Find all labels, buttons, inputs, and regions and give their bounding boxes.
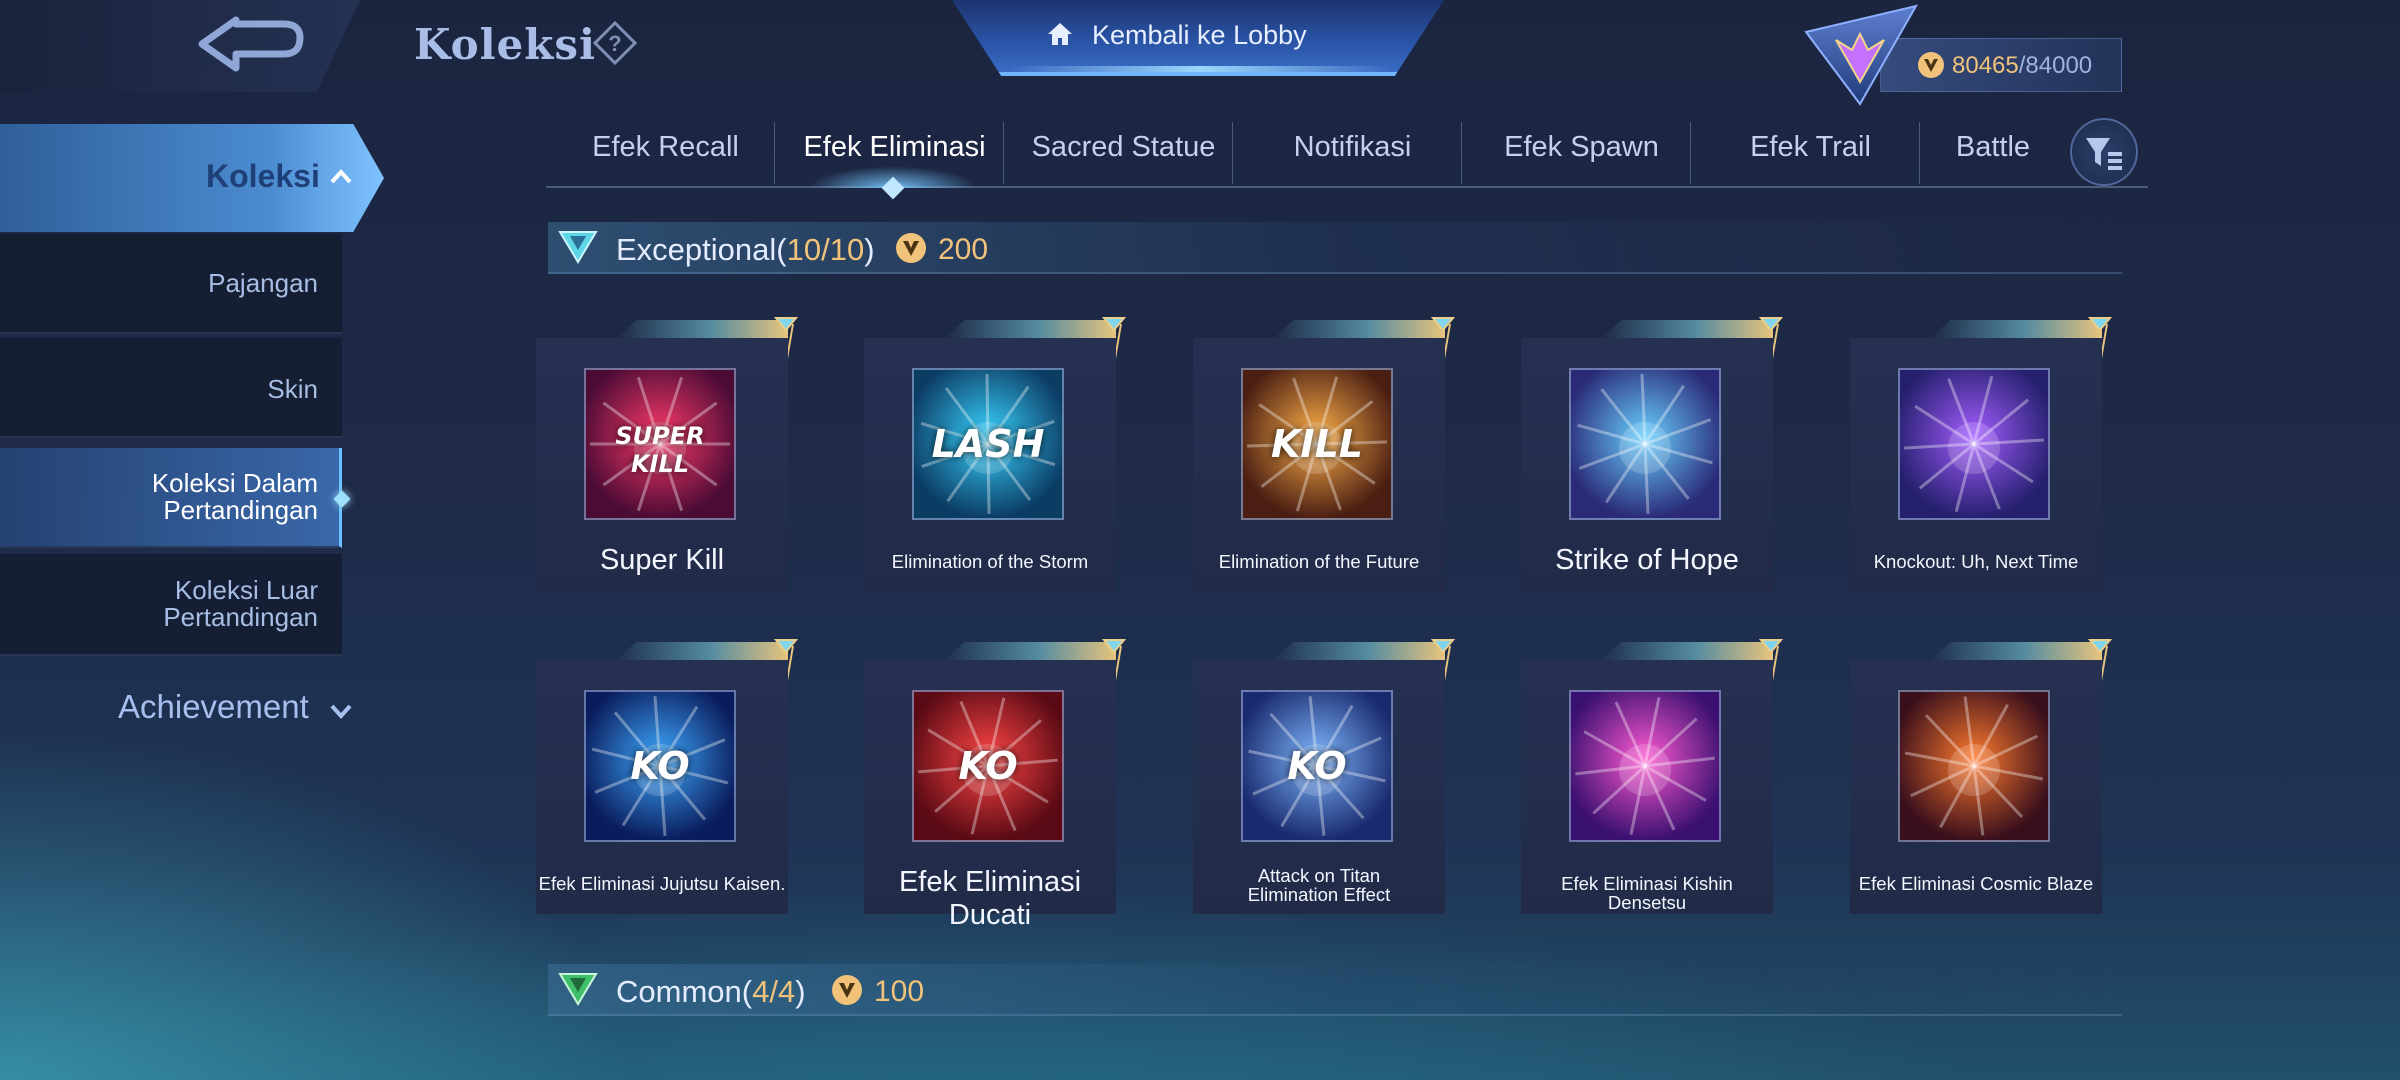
section-count: 4/4 xyxy=(752,974,796,1009)
tab-divider xyxy=(774,122,775,184)
collection-points-total: /84000 xyxy=(2018,52,2093,79)
card-rarity-ribbon xyxy=(1601,642,1773,660)
chevron-up-icon xyxy=(330,169,352,184)
section-count-close: ) xyxy=(795,974,806,1009)
tab-efek-spawn[interactable]: Efek Spawn xyxy=(1467,120,1696,186)
effect-card-title: Strike of Hope xyxy=(1555,544,1739,576)
rarity-gem-icon xyxy=(558,973,598,1006)
effect-thumbnail: KILL xyxy=(1241,368,1393,520)
rarity-gem-icon xyxy=(558,231,598,264)
effect-card-title: Super Kill xyxy=(599,544,725,576)
effect-thumbnail xyxy=(1898,368,2050,520)
effect-thumbnail xyxy=(1569,690,1721,842)
filter-icon xyxy=(2086,138,2122,170)
sidebar-item-label: Koleksi Luar xyxy=(174,575,318,605)
section-count-close: ) xyxy=(864,232,875,267)
tab-notifikasi[interactable]: Notifikasi xyxy=(1238,120,1467,186)
help-icon[interactable]: ? xyxy=(592,20,638,66)
effect-card-title: Efek Eliminasi Jujutsu Kaisen. xyxy=(538,873,786,894)
tab-divider xyxy=(1690,122,1691,184)
back-to-lobby-label: Kembali ke Lobby xyxy=(1092,20,1307,50)
effect-art-lettering: KO xyxy=(958,744,1018,788)
chevron-down-icon xyxy=(330,704,352,719)
sidebar-item-label: Pertandingan xyxy=(163,495,318,525)
collection-points-value: 80465/84000 xyxy=(1952,52,2092,80)
sidebar-section-koleksi-label: Koleksi xyxy=(206,158,320,194)
effect-thumbnail: KO xyxy=(584,690,736,842)
effect-card-title: Efek Eliminasi Kishin Densetsu xyxy=(1561,873,1733,913)
card-rarity-ribbon xyxy=(1273,642,1445,660)
lobby-glow xyxy=(1010,66,1390,72)
effect-art-lettering: SUPER KILL xyxy=(615,422,705,478)
sidebar-section-achievement[interactable]: Achievement xyxy=(118,688,309,726)
effect-art xyxy=(1575,697,1715,835)
home-icon xyxy=(1048,23,1072,45)
effect-art xyxy=(1904,696,2044,836)
effect-art xyxy=(1904,375,2044,513)
svg-text:?: ? xyxy=(608,31,621,56)
sidebar-item-label: Skin xyxy=(267,374,318,404)
back-arrow-icon[interactable] xyxy=(196,14,308,78)
coin-icon xyxy=(1918,52,1944,78)
effect-art-lettering: KO xyxy=(1287,744,1347,788)
card-rarity-ribbon xyxy=(944,320,1116,338)
effect-thumbnail: SUPER KILL xyxy=(584,368,736,520)
effect-thumbnail: KO xyxy=(912,690,1064,842)
effect-art xyxy=(1577,374,1713,514)
section-count-open: ( xyxy=(776,232,787,267)
section-title-common: Common(4/4) xyxy=(616,974,806,1010)
tab-divider xyxy=(1232,122,1233,184)
tab-divider xyxy=(1461,122,1462,184)
page-title: Koleksi xyxy=(414,20,596,69)
section-count: 10/10 xyxy=(786,232,865,267)
section-cost-exceptional: 200 xyxy=(938,233,989,266)
coin-icon xyxy=(896,233,926,263)
rank-emblem-icon xyxy=(1804,4,1919,106)
effect-art-lettering: LASH xyxy=(931,422,1045,466)
section-cost-common: 100 xyxy=(874,975,925,1008)
effect-card-title: Efek Eliminasi Ducati xyxy=(898,866,1082,931)
coin-icon xyxy=(832,975,862,1005)
card-rarity-ribbon xyxy=(616,642,788,660)
effect-card-title: Knockout: Uh, Next Time xyxy=(1873,551,2079,572)
sidebar-item-label: Pajangan xyxy=(208,268,318,298)
sidebar-item-label: Koleksi Dalam xyxy=(151,468,318,498)
effect-card-title: Efek Eliminasi Cosmic Blaze xyxy=(1858,873,2094,894)
effect-thumbnail: LASH xyxy=(912,368,1064,520)
effect-card-title: Attack on Titan Elimination Effect xyxy=(1247,865,1391,905)
section-count-open: ( xyxy=(741,974,753,1009)
filter-button[interactable] xyxy=(2070,118,2138,186)
card-rarity-ribbon xyxy=(1930,642,2102,660)
card-rarity-ribbon xyxy=(1273,320,1445,338)
sidebar-section-koleksi[interactable] xyxy=(0,124,384,232)
section-name: Exceptional xyxy=(616,232,777,267)
effect-card-title: Elimination of the Future xyxy=(1218,551,1420,572)
card-rarity-ribbon xyxy=(1930,320,2102,338)
effect-thumbnail xyxy=(1569,368,1721,520)
effect-art-lettering: KILL xyxy=(1270,422,1363,466)
card-rarity-ribbon xyxy=(616,320,788,338)
collection-points-current: 80465 xyxy=(1952,52,2019,79)
card-rarity-ribbon xyxy=(944,642,1116,660)
sidebar-item-label: Pertandingan xyxy=(163,602,318,632)
tab-divider xyxy=(1003,122,1004,184)
section-name: Common xyxy=(616,974,742,1009)
effect-thumbnail xyxy=(1898,690,2050,842)
section-title-exceptional: Exceptional(10/10) xyxy=(616,232,875,268)
tab-efek-recall[interactable]: Efek Recall xyxy=(551,120,780,186)
tab-sacred-statue[interactable]: Sacred Statue xyxy=(1009,120,1238,186)
effect-art-lettering: KO xyxy=(630,744,690,788)
card-rarity-ribbon xyxy=(1601,320,1773,338)
effect-thumbnail: KO xyxy=(1241,690,1393,842)
effect-card-title: Elimination of the Storm xyxy=(891,551,1089,572)
